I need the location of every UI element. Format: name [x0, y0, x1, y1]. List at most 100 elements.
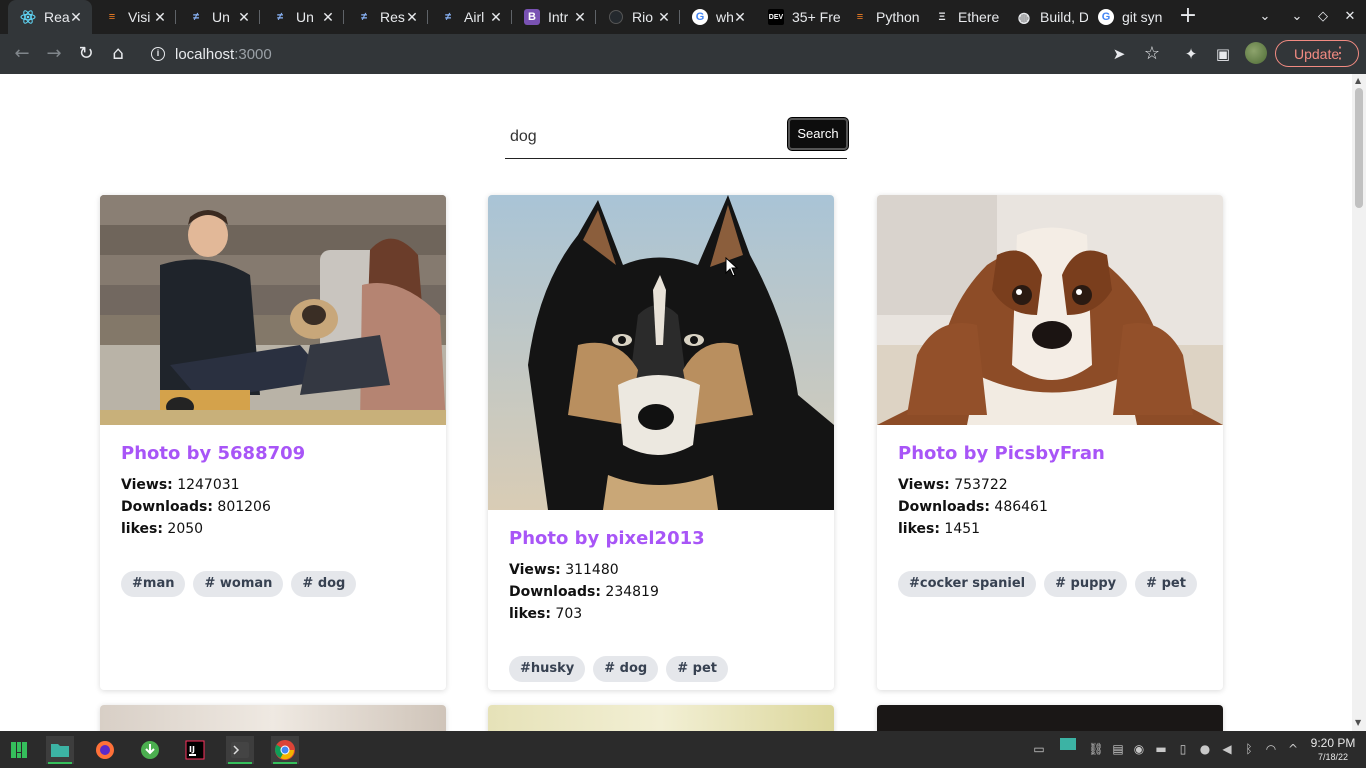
tab-0[interactable]: Rea ✕ — [8, 0, 92, 34]
tray-expand-chevron-icon[interactable]: ^ — [1284, 740, 1302, 758]
tab-search-chevron-icon[interactable]: ⌄ — [1255, 7, 1275, 27]
tab-title: Python — [876, 9, 920, 25]
likes-value: 703 — [555, 606, 583, 622]
download-manager-icon[interactable] — [136, 736, 164, 764]
notification-icon[interactable]: ● — [1196, 740, 1214, 758]
close-tab-icon[interactable]: ✕ — [152, 9, 168, 25]
photo-cocker-spaniel[interactable] — [877, 195, 1223, 425]
tab-6[interactable]: B Intr ✕ — [512, 0, 596, 34]
photo-partial[interactable] — [877, 705, 1223, 731]
tab-3[interactable]: ≠ Un ✕ — [260, 0, 344, 34]
tab-10[interactable]: ≡ Python — [840, 0, 922, 34]
active-indicator — [48, 762, 72, 764]
menu-dots-icon[interactable]: ⋮ — [1332, 43, 1348, 63]
taskbar-clock[interactable]: 9:20 PM 7/18/22 — [1305, 736, 1361, 763]
close-tab-icon[interactable]: ✕ — [572, 9, 588, 25]
page-content: Search — [0, 74, 1352, 731]
tab-13[interactable]: G git syn — [1086, 0, 1170, 34]
tag-chip[interactable]: # dog — [291, 571, 357, 597]
views-stat: Views: 753722 — [898, 474, 1202, 496]
reload-icon[interactable]: ↻ — [73, 41, 99, 67]
address-url: localhost:3000 — [175, 46, 272, 63]
page-scrollbar[interactable]: ▲ ▼ — [1352, 74, 1366, 731]
photo-title[interactable]: Photo by pixel2013 — [509, 528, 813, 549]
firefox-icon[interactable] — [91, 736, 119, 764]
photo-husky[interactable] — [488, 195, 834, 510]
tag-chip[interactable]: #cocker spaniel — [898, 571, 1037, 597]
close-tab-icon[interactable]: ✕ — [488, 9, 504, 25]
close-tab-icon[interactable]: ✕ — [320, 9, 336, 25]
tab-7[interactable]: Rio ✕ — [596, 0, 680, 34]
new-tab-icon[interactable]: + — [1176, 5, 1200, 29]
address-bar[interactable]: i localhost:3000 — [140, 38, 1260, 70]
tab-title: Build, D — [1040, 9, 1088, 25]
forward-arrow-icon[interactable]: → — [41, 41, 67, 67]
send-icon[interactable]: ➤ — [1106, 41, 1132, 67]
close-tab-icon[interactable]: ✕ — [68, 9, 84, 25]
tab-12[interactable]: ◍ Build, D — [1004, 0, 1088, 34]
chrome-icon[interactable] — [271, 736, 299, 764]
network-share-icon[interactable]: ⛓ — [1087, 740, 1105, 758]
terminal-icon[interactable] — [226, 736, 254, 764]
minimize-chevron-icon[interactable]: ⌄ — [1287, 7, 1307, 27]
intellij-icon[interactable]: IJ — [181, 736, 209, 764]
tab-4[interactable]: ≠ Res ✕ — [344, 0, 428, 34]
back-arrow-icon[interactable]: ← — [9, 41, 35, 67]
os-taskbar: IJ ▭ ⛓ ▤ ◉ ▬ ▯ ● ◀ ᛒ ◠ ^ — [0, 731, 1366, 768]
file-manager-icon[interactable] — [46, 736, 74, 764]
photo-man-woman-pug[interactable] — [100, 195, 446, 425]
side-panel-icon[interactable]: ▣ — [1210, 41, 1236, 67]
close-tab-icon[interactable]: ✕ — [656, 9, 672, 25]
photo-partial[interactable] — [488, 705, 834, 731]
tag-chip[interactable]: # dog — [593, 656, 659, 682]
browser-tab-strip: Rea ✕ ≡ Visi ✕ ≠ Un ✕ ≠ Un ✕ ≠ Res ✕ ≠ A… — [0, 0, 1366, 34]
scroll-up-arrow-icon[interactable]: ▲ — [1355, 76, 1361, 85]
bookmark-star-icon[interactable]: ☆ — [1139, 41, 1165, 67]
close-tab-icon[interactable]: ✕ — [732, 9, 748, 25]
tab-8[interactable]: G wh ✕ — [680, 0, 756, 34]
bluetooth-icon[interactable]: ᛒ — [1240, 740, 1258, 758]
downloads-label: Downloads: — [898, 499, 990, 515]
tab-11[interactable]: Ξ Ethere — [922, 0, 1006, 34]
extensions-puzzle-icon[interactable]: ✦ — [1178, 41, 1204, 67]
site-info-icon[interactable]: i — [151, 47, 165, 61]
tag-chip[interactable]: #man — [121, 571, 186, 597]
photo-title[interactable]: Photo by PicsbyFran — [898, 443, 1202, 464]
update-button[interactable]: Update ⋮ — [1275, 40, 1359, 67]
photo-title[interactable]: Photo by 5688709 — [121, 443, 425, 464]
close-tab-icon[interactable]: ✕ — [404, 9, 420, 25]
search-button[interactable]: Search — [788, 118, 848, 150]
search-input[interactable] — [505, 117, 785, 157]
tag-chip[interactable]: # pet — [666, 656, 728, 682]
globe-icon: ◍ — [1017, 8, 1031, 25]
active-indicator — [228, 762, 252, 764]
vpn-icon[interactable]: ◉ — [1130, 740, 1148, 758]
close-window-icon[interactable]: ✕ — [1340, 7, 1360, 27]
tag-chip[interactable]: #husky — [509, 656, 586, 682]
react-icon — [20, 9, 36, 25]
home-icon[interactable]: ⌂ — [105, 41, 131, 67]
start-menu-icon[interactable] — [5, 736, 33, 764]
display-icon[interactable]: ▤ — [1109, 740, 1127, 758]
likes-stat: likes: 2050 — [121, 518, 425, 540]
tab-5[interactable]: ≠ Airl ✕ — [428, 0, 512, 34]
profile-avatar[interactable] — [1245, 42, 1267, 64]
tab-9[interactable]: DEV 35+ Fre — [756, 0, 840, 34]
show-desktop-icon[interactable]: ▭ — [1030, 740, 1048, 758]
restore-window-icon[interactable]: ◇ — [1313, 7, 1333, 27]
volume-icon[interactable]: ◀ — [1218, 740, 1236, 758]
tag-chip[interactable]: # pet — [1135, 571, 1197, 597]
tab-2[interactable]: ≠ Un ✕ — [176, 0, 260, 34]
tag-chip[interactable]: # woman — [193, 571, 284, 597]
wifi-icon[interactable]: ◠ — [1262, 740, 1280, 758]
tab-1[interactable]: ≡ Visi ✕ — [92, 0, 176, 34]
workspace-icon[interactable] — [1060, 738, 1078, 758]
tag-chip[interactable]: # puppy — [1044, 571, 1128, 597]
clipboard-icon[interactable]: ▯ — [1174, 740, 1192, 758]
terminal-tray-icon[interactable]: ▬ — [1152, 740, 1170, 758]
scrollbar-thumb[interactable] — [1355, 88, 1363, 208]
photo-partial[interactable] — [100, 705, 446, 731]
svg-text:IJ: IJ — [189, 745, 195, 754]
close-tab-icon[interactable]: ✕ — [236, 9, 252, 25]
scroll-down-arrow-icon[interactable]: ▼ — [1355, 718, 1361, 727]
